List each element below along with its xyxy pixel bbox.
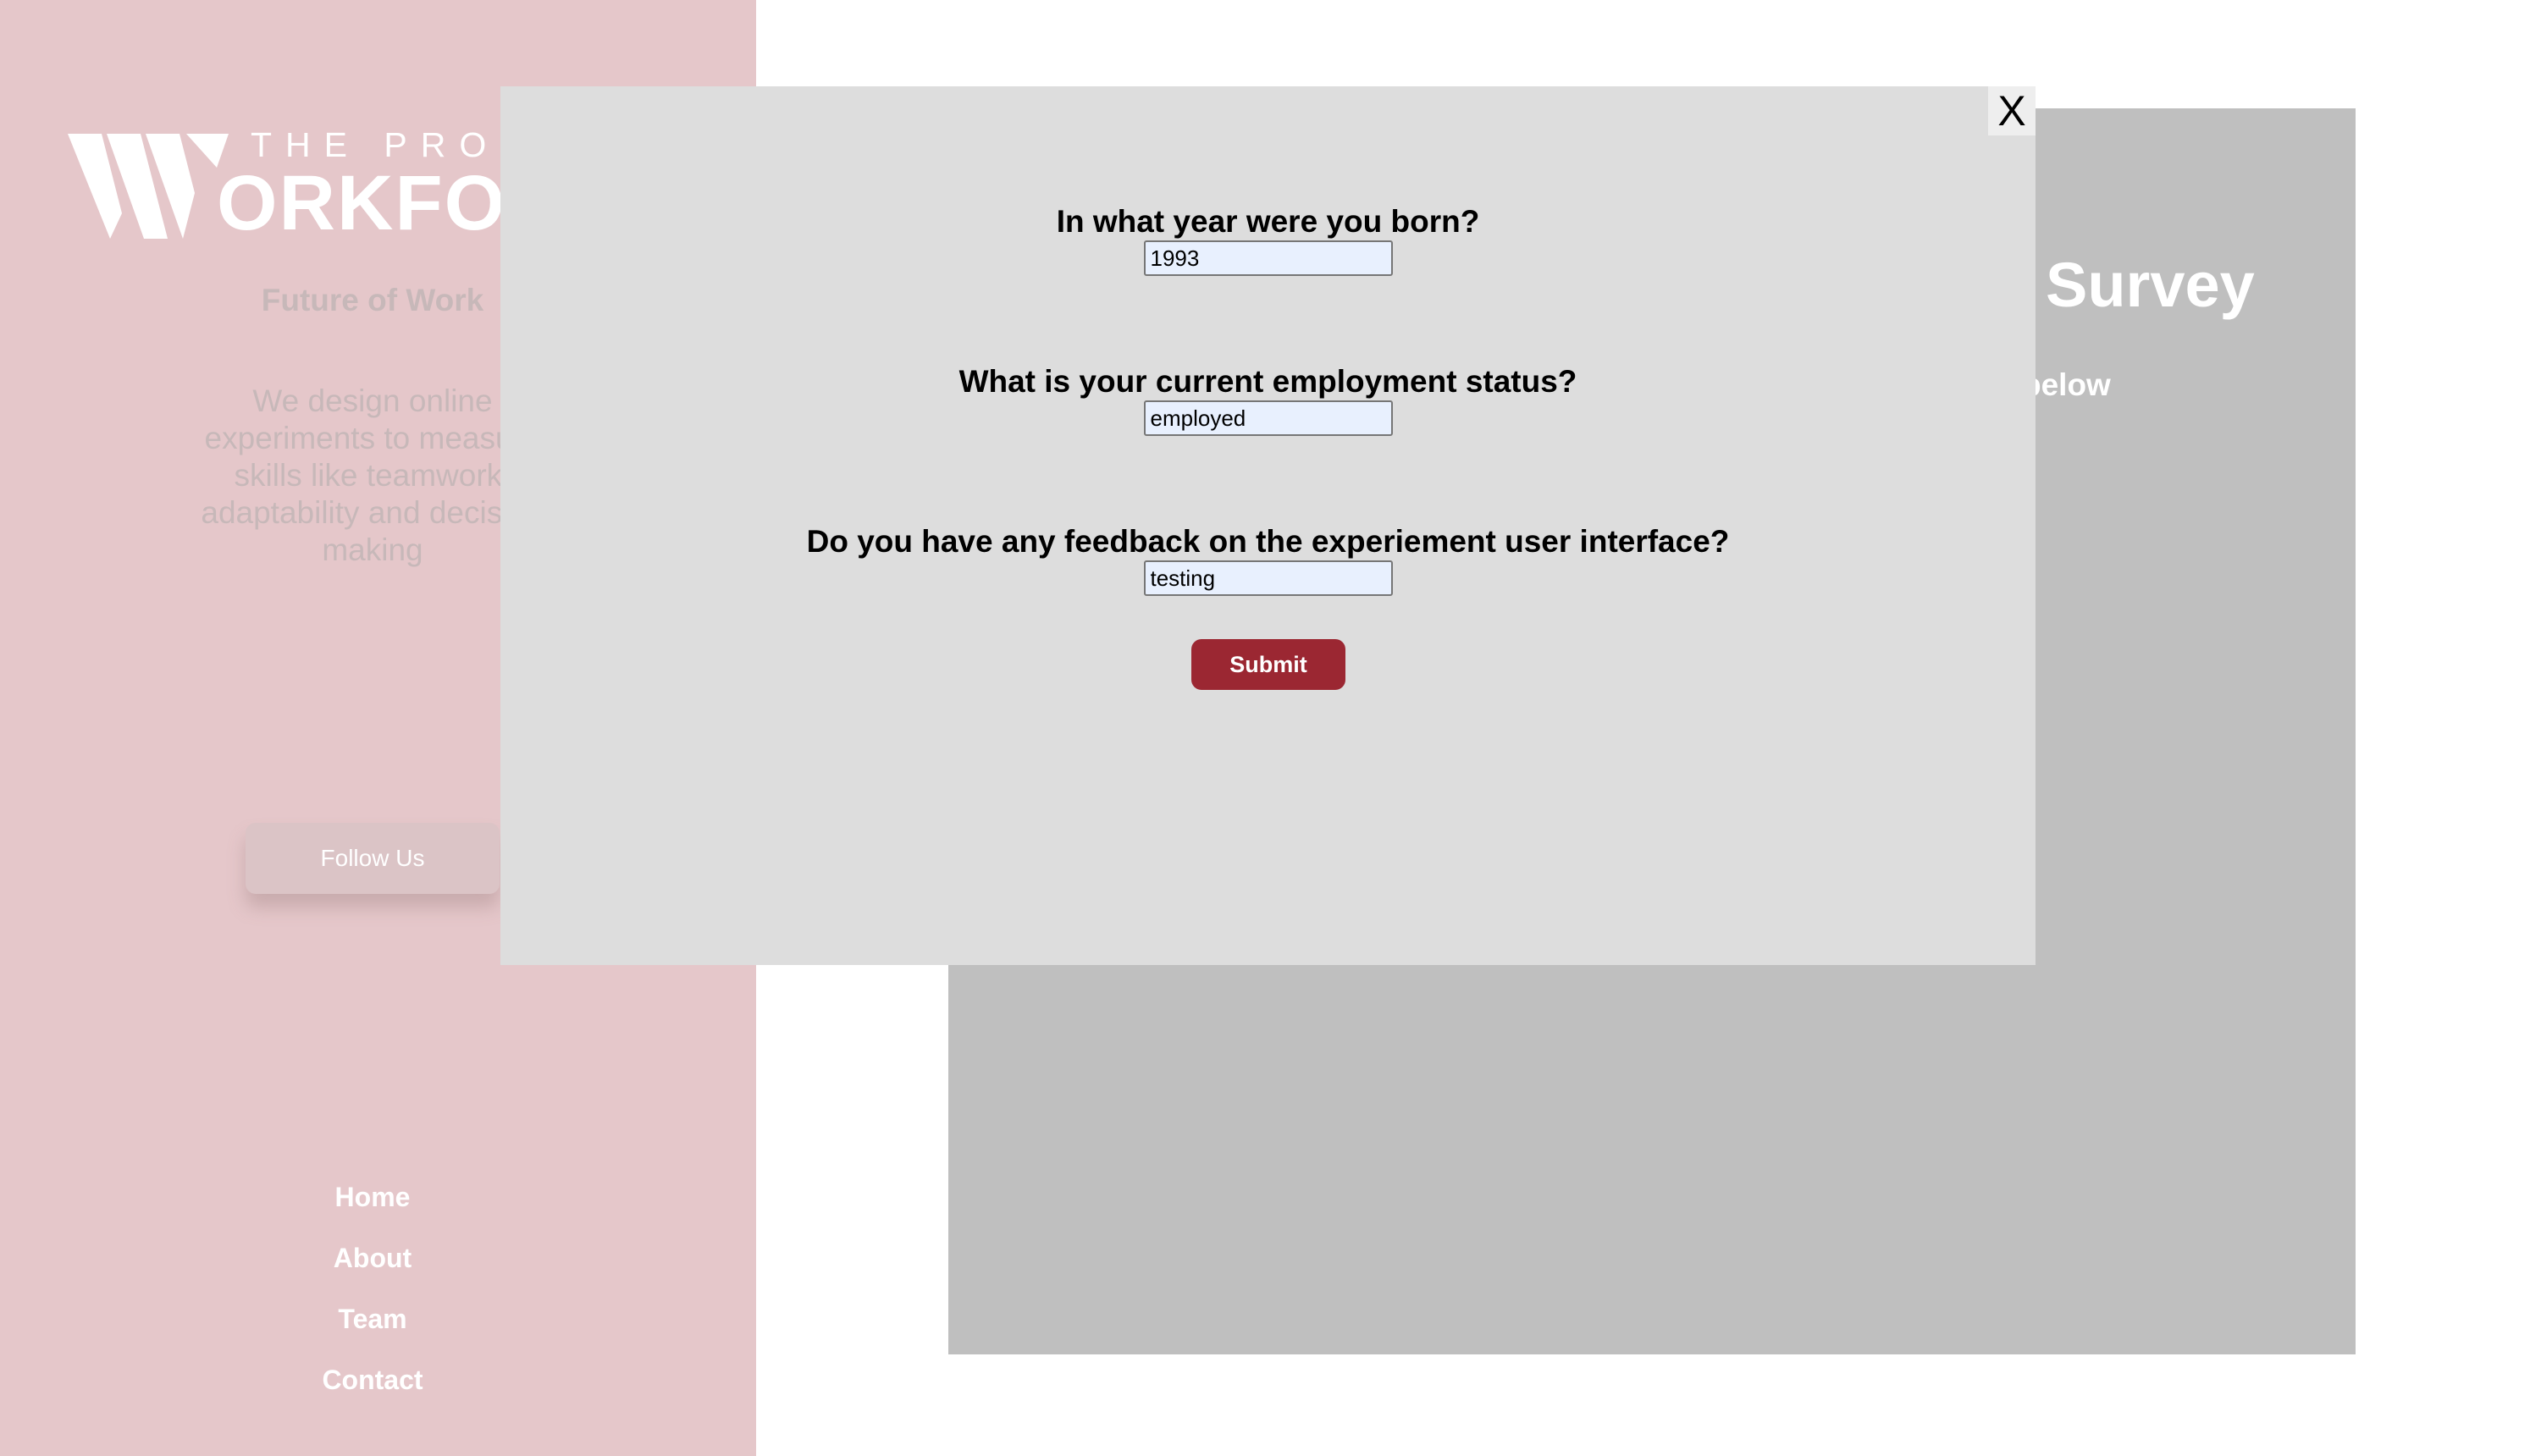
survey-title: Survey: [2046, 250, 2255, 320]
sidebar-nav: Home About Team Contact: [0, 1182, 745, 1426]
nav-item-about[interactable]: About: [0, 1243, 745, 1304]
nav-item-team[interactable]: Team: [0, 1304, 745, 1365]
feedback-input[interactable]: [1143, 560, 1393, 596]
nav-item-contact[interactable]: Contact: [0, 1365, 745, 1426]
question-label: In what year were you born?: [1056, 204, 1480, 239]
question-employment: What is your current employment status?: [500, 363, 2036, 436]
birth-year-input[interactable]: [1143, 240, 1393, 276]
page: THE PROJECT ORKFORCE Future of Work We d…: [0, 0, 2530, 1456]
nav-item-home[interactable]: Home: [0, 1182, 745, 1243]
logo[interactable]: THE PROJECT ORKFORCE: [68, 125, 674, 244]
close-button[interactable]: X: [1988, 86, 2036, 135]
follow-us-button[interactable]: Follow Us: [246, 823, 500, 894]
question-label: What is your current employment status?: [958, 364, 1577, 399]
survey-modal: X In what year were you born? What is yo…: [500, 86, 2036, 965]
question-birth-year: In what year were you born?: [500, 203, 2036, 276]
question-feedback: Do you have any feedback on the experiem…: [500, 523, 2036, 596]
logo-w-mark: [68, 134, 229, 239]
employment-status-input[interactable]: [1143, 400, 1393, 436]
question-label: Do you have any feedback on the experiem…: [806, 524, 1730, 559]
submit-button[interactable]: Submit: [1191, 639, 1345, 690]
